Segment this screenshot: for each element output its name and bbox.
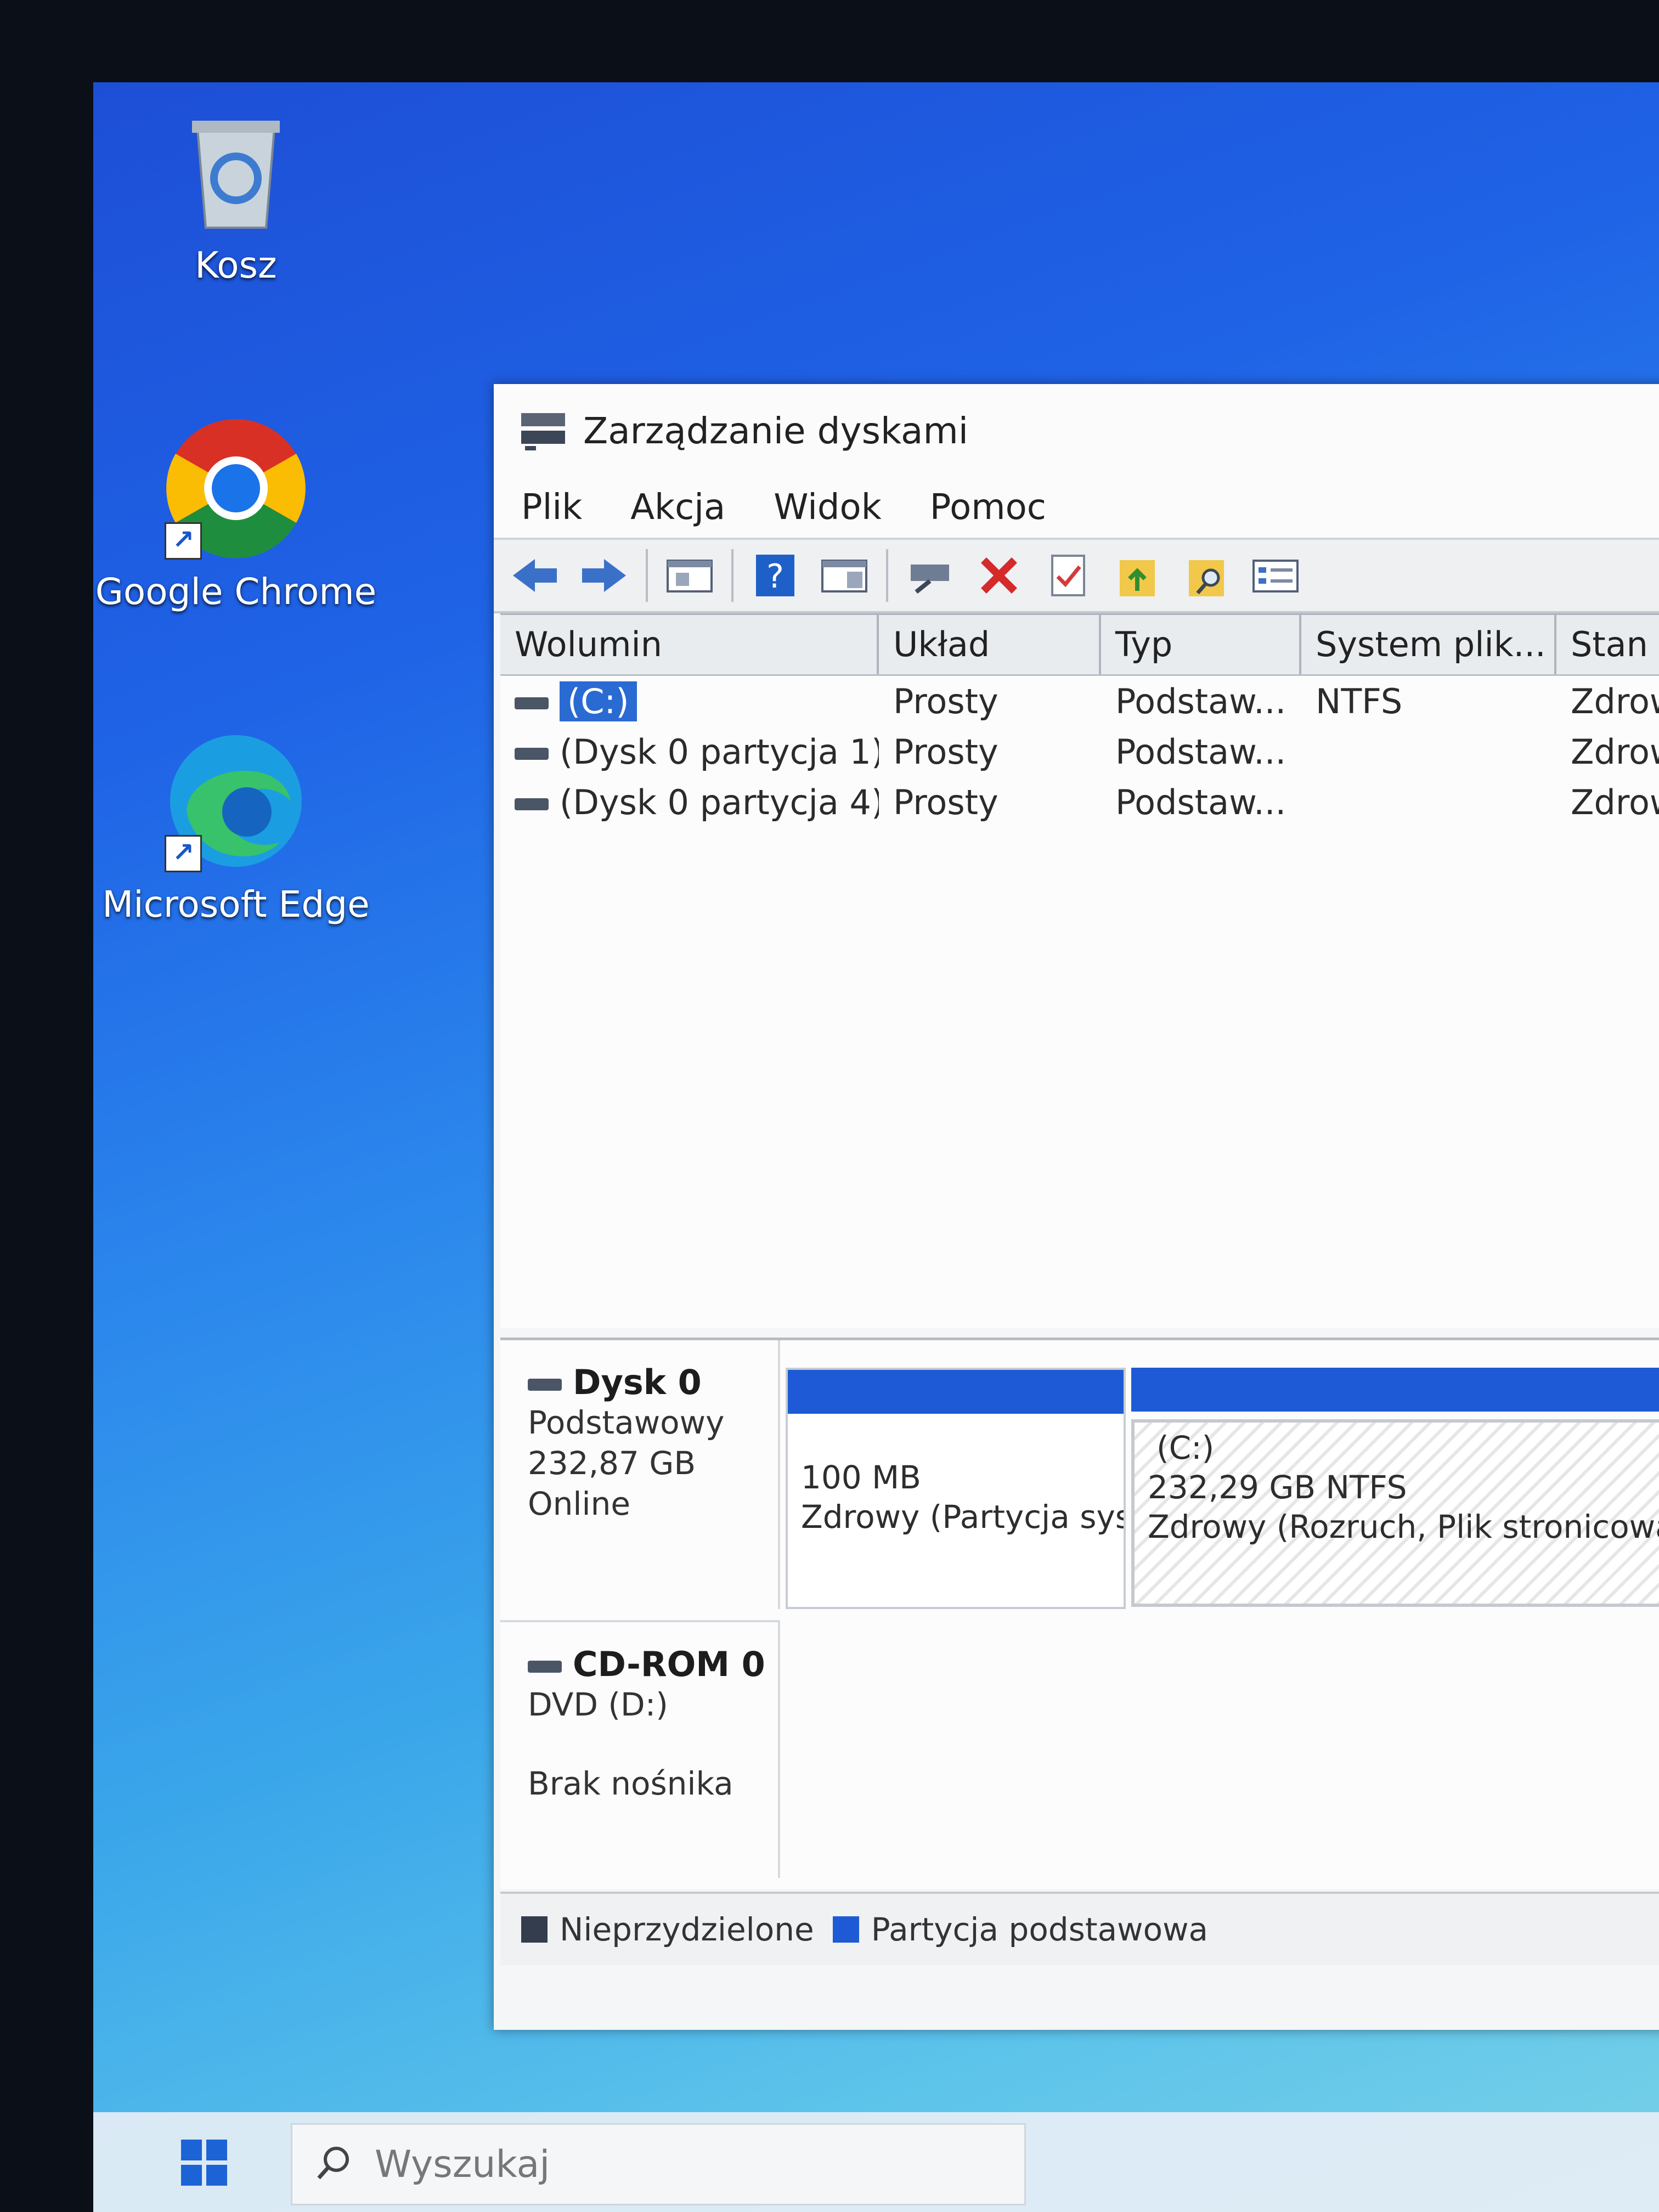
partition-size: 100 MB	[801, 1459, 921, 1496]
cdrom-0-name: CD-ROM 0	[528, 1644, 778, 1684]
desktop-icon-google-chrome[interactable]: ↗ Google Chrome	[93, 417, 379, 613]
partition-color-bar	[1131, 1368, 1659, 1412]
disk-0-label[interactable]: Dysk 0 Podstawowy 232,87 GB Online	[500, 1340, 780, 1609]
partition-status: Zdrowy (Partycja sys	[801, 1498, 1124, 1536]
volume-icon	[515, 798, 549, 811]
window-title: Zarządzanie dyskami	[583, 409, 969, 452]
taskbar: Wyszukaj	[93, 2112, 1659, 2212]
filesystem-cell: NTFS	[1316, 681, 1403, 721]
search-placeholder: Wyszukaj	[375, 2142, 550, 2186]
table-row[interactable]: (Dysk 0 partycja 1) Prosty Podstaw... Zd…	[500, 726, 1659, 777]
partition-size: 232,29 GB NTFS	[1148, 1469, 1407, 1506]
volume-icon	[515, 697, 549, 710]
recycle-bin-icon	[187, 107, 285, 233]
desktop-icon-microsoft-edge[interactable]: ↗ Microsoft Edge	[93, 730, 379, 926]
table-row[interactable]: (C:) Prosty Podstaw... NTFS Zdrow	[500, 676, 1659, 726]
volume-list-header: Wolumin Układ Typ System plik... Stan	[500, 615, 1659, 676]
layout-cell: Prosty	[893, 782, 998, 822]
toolbar-separator	[731, 549, 733, 602]
cdrom-0-label[interactable]: CD-ROM 0 DVD (D:) Brak nośnika	[500, 1620, 780, 1878]
layout-cell: Prosty	[893, 731, 998, 772]
partition-c[interactable]: (C:) 232,29 GB NTFS Zdrowy (Rozruch, Pli…	[1131, 1368, 1659, 1609]
volume-list: Wolumin Układ Typ System plik... Stan (C…	[500, 613, 1659, 1328]
menu-plik[interactable]: Plik	[521, 487, 582, 528]
volume-icon	[515, 748, 549, 760]
shortcut-arrow-icon: ↗	[165, 522, 202, 560]
partition-label: (C:)	[1156, 1429, 1215, 1466]
shortcut-arrow-icon: ↗	[165, 835, 202, 872]
menu-akcja[interactable]: Akcja	[630, 487, 725, 528]
cdrom-0-media: Brak nośnika	[528, 1765, 733, 1802]
delete-icon[interactable]	[972, 548, 1026, 603]
column-header-status[interactable]: Stan	[1556, 615, 1659, 674]
column-header-volume[interactable]: Wolumin	[500, 615, 879, 674]
partition-system[interactable]: 100 MB Zdrowy (Partycja sys	[786, 1368, 1126, 1609]
legend: Nieprzydzielone Partycja podstawowa	[500, 1892, 1659, 1965]
legend-label-unallocated: Nieprzydzielone	[560, 1911, 814, 1948]
toolbar: ?	[494, 538, 1659, 613]
column-header-layout[interactable]: Układ	[879, 615, 1101, 674]
menu-pomoc[interactable]: Pomoc	[930, 487, 1046, 528]
disk-0-state: Online	[528, 1485, 631, 1522]
toolbar-separator	[886, 549, 888, 602]
type-cell: Podstaw...	[1115, 782, 1286, 822]
menu-widok[interactable]: Widok	[774, 487, 882, 528]
menu-bar: Plik Akcja Widok Pomoc	[494, 477, 1659, 538]
status-cell: Zdrow	[1571, 731, 1659, 772]
desktop-icon-label: Google Chrome	[95, 571, 377, 613]
search-icon	[314, 2144, 353, 2185]
folder-search-icon[interactable]	[1179, 548, 1234, 603]
partition-color-bar	[788, 1370, 1124, 1414]
partition-c-body: (C:) 232,29 GB NTFS Zdrowy (Rozruch, Pli…	[1131, 1419, 1659, 1607]
status-cell: Zdrow	[1571, 681, 1659, 721]
disk-0-type: Podstawowy	[528, 1404, 725, 1441]
properties-pane-icon[interactable]	[662, 548, 717, 603]
column-header-filesystem[interactable]: System plik...	[1301, 615, 1556, 674]
back-arrow-icon[interactable]	[507, 548, 562, 603]
type-cell: Podstaw...	[1115, 731, 1286, 772]
disk-icon	[528, 1378, 562, 1391]
volume-cell: (Dysk 0 partycja 1)	[500, 732, 879, 772]
disk-0-name: Dysk 0	[528, 1362, 778, 1402]
forward-arrow-icon[interactable]	[577, 548, 631, 603]
properties-icon[interactable]	[1248, 548, 1303, 603]
table-row[interactable]: (Dysk 0 partycja 4) Prosty Podstaw... Zd…	[500, 777, 1659, 827]
column-header-type[interactable]: Typ	[1101, 615, 1301, 674]
legend-swatch-unallocated	[521, 1916, 548, 1943]
cdrom-icon	[528, 1660, 562, 1673]
desktop: Kosz ↗ Google Chrome ↗ Microsoft Edge Za…	[93, 82, 1659, 2212]
partition-status: Zdrowy (Rozruch, Plik stronicowar	[1148, 1508, 1659, 1545]
legend-label-primary: Partycja podstawowa	[871, 1911, 1209, 1948]
volume-cell: (C:)	[500, 681, 879, 721]
disk-graphical-view: Dysk 0 Podstawowy 232,87 GB Online 100 M…	[500, 1338, 1659, 1889]
disk-management-window: Zarządzanie dyskami Plik Akcja Widok Pom…	[494, 384, 1659, 2030]
legend-swatch-primary	[832, 1916, 859, 1943]
action-pane-icon[interactable]	[817, 548, 872, 603]
help-icon[interactable]: ?	[748, 548, 803, 603]
desktop-icon-label: Kosz	[195, 244, 277, 286]
cdrom-0-drive: DVD (D:)	[528, 1686, 668, 1723]
disk-management-icon	[518, 408, 568, 454]
desktop-icon-recycle-bin[interactable]: Kosz	[93, 107, 379, 286]
windows-start-icon[interactable]	[181, 2140, 227, 2188]
layout-cell: Prosty	[893, 681, 998, 721]
desktop-icon-label: Microsoft Edge	[102, 883, 370, 926]
title-bar[interactable]: Zarządzanie dyskami	[494, 384, 1659, 477]
volume-cell: (Dysk 0 partycja 4)	[500, 782, 879, 822]
status-cell: Zdrow	[1571, 782, 1659, 822]
connect-icon[interactable]	[902, 548, 957, 603]
taskbar-search-box[interactable]: Wyszukaj	[291, 2123, 1026, 2205]
folder-up-icon[interactable]	[1110, 548, 1165, 603]
checklist-icon[interactable]	[1041, 548, 1096, 603]
edge-icon: ↗	[165, 730, 307, 872]
svg-text:?: ?	[766, 557, 784, 596]
toolbar-separator	[646, 549, 648, 602]
disk-0-size: 232,87 GB	[528, 1444, 696, 1482]
chrome-icon: ↗	[165, 417, 307, 560]
type-cell: Podstaw...	[1115, 681, 1286, 721]
